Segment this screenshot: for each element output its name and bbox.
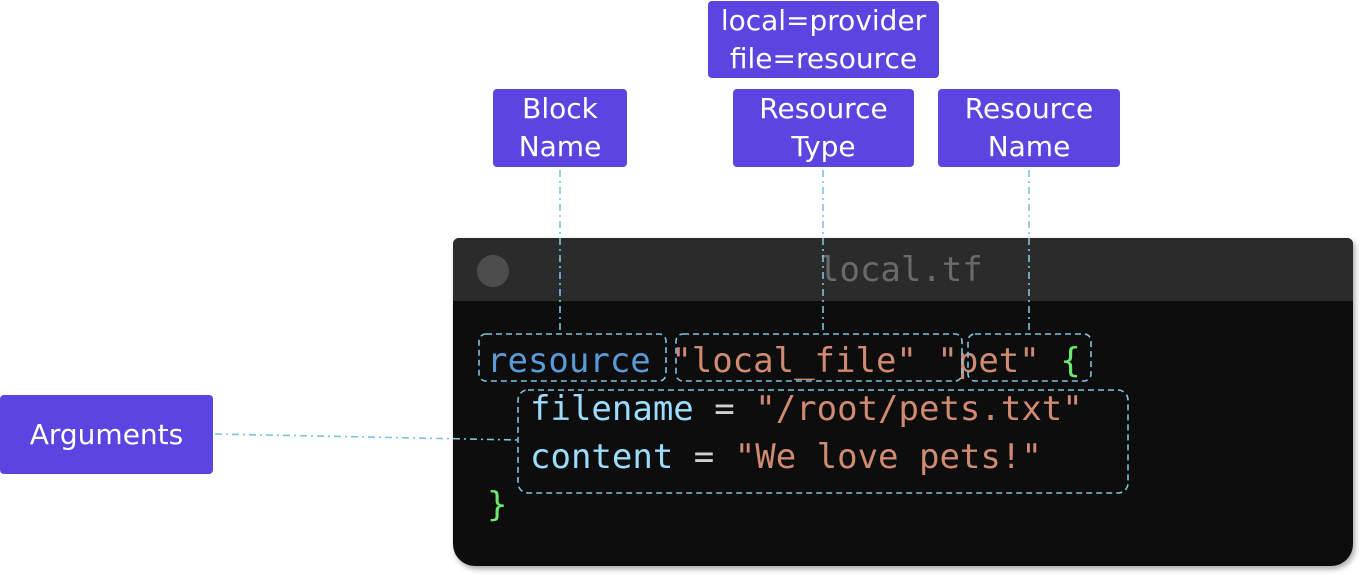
code-resource-type: "local_file" <box>671 341 917 381</box>
code-arg1-eq: = <box>714 389 735 429</box>
code-close-brace: } <box>487 485 508 525</box>
resource-type-label-line2: Type <box>791 130 856 163</box>
code-line-1: resource "local_file" "pet" { <box>487 338 1081 384</box>
code-keyword: resource <box>487 341 651 381</box>
code-line-4: } <box>487 482 507 528</box>
code-line-3: content = "We love pets!" <box>530 434 1042 480</box>
provider-label-line1: local=provider <box>720 3 927 37</box>
code-line-2: filename = "/root/pets.txt" <box>530 386 1083 432</box>
block-name-label-line2: Name <box>518 130 602 163</box>
code-resource-name: "pet" <box>937 341 1040 381</box>
code-arg2-name: content <box>530 437 674 477</box>
block-name-label-line1: Block <box>522 92 598 125</box>
provider-resource-label: local=provider file=resource <box>708 1 939 78</box>
resource-name-label: Resource Name <box>938 89 1120 167</box>
resource-name-label-line2: Name <box>987 130 1071 163</box>
provider-label-line2: file=resource <box>729 41 918 75</box>
block-name-label: Block Name <box>493 89 627 167</box>
editor-titlebar: local.tf <box>453 238 1353 301</box>
arguments-label-text: Arguments <box>29 417 184 451</box>
resource-type-label-line1: Resource <box>759 92 888 125</box>
resource-type-label: Resource Type <box>733 89 914 167</box>
editor-filename: local.tf <box>819 250 983 290</box>
code-open-brace: { <box>1060 341 1081 381</box>
resource-name-label-line1: Resource <box>964 92 1094 125</box>
code-editor-window: local.tf resource "local_file" "pet" { f… <box>453 238 1353 566</box>
code-arg1-value: "/root/pets.txt" <box>755 389 1083 429</box>
code-arg2-eq: = <box>693 437 715 477</box>
arguments-label: Arguments <box>0 395 213 474</box>
code-arg2-value: "We love pets!" <box>734 437 1042 477</box>
window-control-icon[interactable] <box>477 255 509 287</box>
code-arg1-name: filename <box>530 389 694 429</box>
